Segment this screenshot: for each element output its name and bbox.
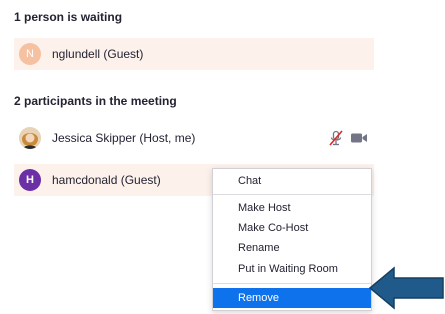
avatar [19,127,41,149]
waiting-participant-row[interactable]: N nglundell (Guest) [14,38,374,70]
menu-item-put-in-waiting-room[interactable]: Put in Waiting Room [213,259,371,279]
menu-item-chat[interactable]: Chat [213,171,371,191]
pointer-arrow-icon [368,266,444,310]
menu-item-remove[interactable]: Remove [213,288,371,308]
participant-row-host[interactable]: Jessica Skipper (Host, me) [14,122,374,154]
menu-item-rename[interactable]: Rename [213,238,371,258]
menu-item-make-host[interactable]: Make Host [213,198,371,218]
muted-mic-icon[interactable] [328,130,344,151]
meeting-section-title: 2 participants in the meeting [14,94,177,108]
avatar: H [19,169,41,191]
participant-name: Jessica Skipper (Host, me) [52,131,196,145]
avatar: N [19,43,41,65]
menu-divider [213,283,371,284]
participant-name: hamcdonald (Guest) [52,173,161,187]
menu-divider [213,194,371,195]
menu-item-make-co-host[interactable]: Make Co-Host [213,218,371,238]
participant-name: nglundell (Guest) [52,47,144,61]
participant-context-menu: Chat Make Host Make Co-Host Rename Put i… [212,168,372,311]
waiting-section-title: 1 person is waiting [14,10,123,24]
video-camera-icon[interactable] [350,131,368,150]
